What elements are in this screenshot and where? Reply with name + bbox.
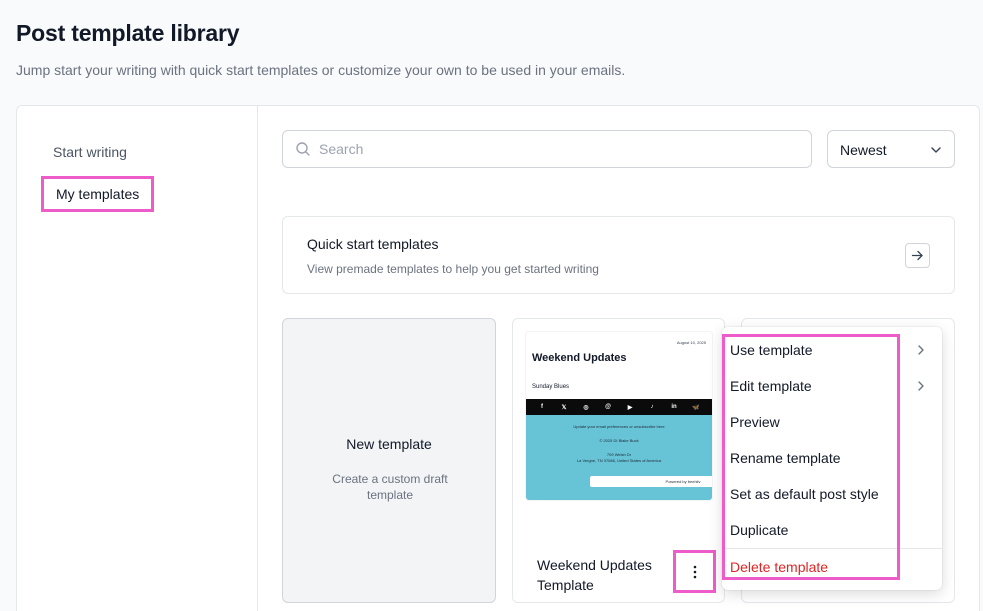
thumbnail-social-bar: f 𝕏 ◎ @ ▶ ♪ in 🦋: [526, 399, 712, 415]
tiktok-icon: ♪: [650, 404, 654, 410]
instagram-icon: ◎: [583, 404, 589, 411]
menu-item-duplicate[interactable]: Duplicate: [730, 522, 788, 538]
threads-icon: @: [605, 404, 611, 410]
template-card[interactable]: August 10, 2025 Weekend Updates Sunday B…: [512, 318, 725, 603]
bluesky-icon: 🦋: [692, 404, 700, 411]
menu-item-use-template[interactable]: Use template: [730, 342, 812, 358]
youtube-icon: ▶: [627, 404, 633, 411]
thumbnail-powered-badge: Powered by beehiiv: [590, 476, 712, 487]
linkedin-icon: in: [671, 404, 677, 410]
search-box[interactable]: [282, 130, 812, 168]
menu-item-preview[interactable]: Preview: [730, 414, 780, 430]
search-input[interactable]: [319, 131, 799, 167]
quick-start-open-button[interactable]: [905, 243, 930, 268]
arrow-right-icon: [911, 250, 923, 261]
thumbnail-footer-line: La Vergne, TN 37086, United States of Am…: [576, 458, 662, 463]
chevron-down-icon: [931, 147, 941, 153]
chevron-right-icon: [918, 345, 924, 355]
template-more-options-button[interactable]: [673, 550, 716, 593]
new-template-subtitle: Create a custom draft template: [332, 472, 448, 502]
thumbnail-footer-line: 709 Welsh Dr: [606, 452, 632, 457]
menu-item-rename-template[interactable]: Rename template: [730, 450, 841, 466]
new-template-title: New template: [346, 436, 432, 452]
sidebar: Start writing My templates: [17, 106, 258, 611]
more-vertical-icon: [693, 565, 696, 578]
chevron-right-icon: [918, 381, 924, 391]
facebook-icon: f: [541, 404, 543, 410]
sidebar-item-my-templates[interactable]: My templates: [41, 176, 155, 212]
new-template-card[interactable]: New template Create a custom draft templ…: [282, 318, 496, 603]
x-icon: 𝕏: [561, 404, 567, 411]
sort-selected-value: Newest: [840, 142, 887, 158]
page-title: Post template library: [16, 20, 240, 46]
menu-item-set-default-style[interactable]: Set as default post style: [730, 486, 879, 502]
thumbnail-footer: Update your email preferences or unsubsc…: [526, 415, 712, 500]
menu-item-delete-template[interactable]: Delete template: [730, 559, 828, 575]
search-icon: [296, 142, 310, 156]
thumbnail-footer-line: Update your email preferences or unsubsc…: [573, 424, 665, 429]
quick-start-templates-card[interactable]: Quick start templates View premade templ…: [282, 216, 955, 294]
menu-divider: [722, 548, 942, 549]
thumbnail-date: August 10, 2025: [676, 340, 706, 345]
sidebar-item-start-writing[interactable]: Start writing: [53, 144, 127, 160]
template-context-menu: Use template Edit template Preview Renam…: [722, 327, 942, 590]
menu-item-edit-template[interactable]: Edit template: [730, 378, 812, 394]
template-thumbnail[interactable]: August 10, 2025 Weekend Updates Sunday B…: [526, 332, 712, 500]
thumbnail-subtitle: Sunday Blues: [532, 384, 570, 390]
thumbnail-footer-line: © 2025 DI Blake Buck: [599, 438, 639, 443]
quick-start-subtitle: View premade templates to help you get s…: [307, 262, 599, 276]
sort-select[interactable]: Newest: [827, 130, 955, 168]
quick-start-title: Quick start templates: [307, 236, 439, 252]
page-subtitle: Jump start your writing with quick start…: [16, 62, 626, 78]
thumbnail-title: Weekend Updates: [532, 352, 627, 364]
template-name: Weekend Updates Template: [537, 557, 652, 593]
